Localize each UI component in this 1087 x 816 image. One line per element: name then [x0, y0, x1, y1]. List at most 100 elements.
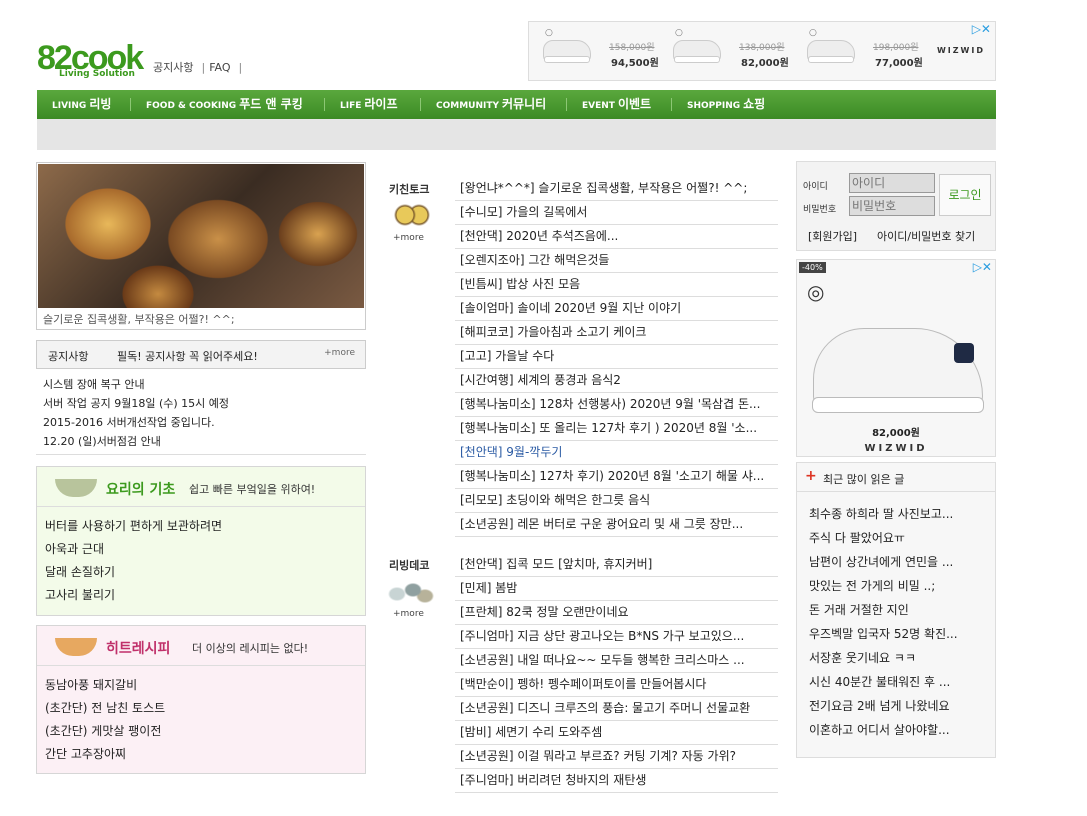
list-item[interactable]: 우즈벡말 입국자 52명 확진... [809, 622, 989, 646]
heel-tab [954, 343, 974, 363]
notice-message[interactable]: 필독! 공지사항 꼭 읽어주세요! [117, 348, 258, 364]
notice-link[interactable]: 공지사항 [153, 61, 193, 74]
site-logo[interactable]: 82cook Living Solution [37, 41, 144, 79]
list-item[interactable]: 달래 손질하기 [45, 561, 222, 584]
list-item[interactable]: 이혼하고 어디서 살아야할... [809, 718, 989, 742]
feature-caption[interactable]: 슬기로운 집콕생활, 부작용은 어쩔?! ^^; [43, 311, 235, 327]
list-item[interactable]: (초간단) 게맛살 팽이전 [45, 720, 165, 743]
list-item[interactable]: 서장훈 웃기네요 ㅋㅋ [809, 646, 989, 670]
nav-en-label: FOOD & COOKING [146, 101, 237, 111]
list-item[interactable]: 맛있는 전 가게의 비밀 ..; [809, 574, 989, 598]
password-label: 비밀번호 [803, 205, 837, 215]
list-item[interactable]: [오렌지조아] 그간 해먹은것들 [455, 249, 778, 273]
nav-food-cooking[interactable]: FOOD & COOKING 푸드 앤 쿠킹 [146, 90, 303, 119]
list-item[interactable]: [천안댁] 9월-깍두기 [455, 441, 778, 465]
living-deco-label[interactable]: 리빙데코 [389, 557, 429, 573]
nav-life[interactable]: LIFE 라이프 [340, 90, 398, 119]
salad-icon [55, 638, 97, 656]
box-title[interactable]: 요리의 기초 [106, 479, 175, 499]
notice-item[interactable]: 서버 작업 공지 9월18일 (수) 15시 예정 [43, 394, 229, 413]
kitchen-talk-more-link[interactable]: +more [393, 233, 424, 243]
living-deco-icon [385, 576, 435, 606]
notice-more-link[interactable]: +more [324, 348, 355, 358]
nav-ko-label: 라이프 [364, 97, 398, 111]
list-item[interactable]: 고사리 불리기 [45, 584, 222, 607]
list-item[interactable]: [주니엄마] 버리려던 청바지의 재탄생 [455, 769, 778, 793]
list-item[interactable]: (초간단) 전 남친 토스트 [45, 697, 165, 720]
bowl-icon [55, 479, 97, 497]
list-item[interactable]: 아욱과 근대 [45, 538, 222, 561]
living-deco-list: [천안댁] 집콕 모드 [앞치마, 휴지커버] [민제] 봄밤 [프란체] 82… [455, 553, 778, 793]
nav-en-label: COMMUNITY [436, 101, 500, 111]
list-item[interactable]: 시신 40분간 불태워진 후 ... [809, 670, 989, 694]
kitchen-talk-label[interactable]: 키친토크 [389, 181, 429, 197]
ad-choices-icon[interactable]: ▷✕ [973, 260, 992, 274]
wreath-icon: ◎ [807, 280, 825, 304]
box-subtitle: 쉽고 빠른 부엌일을 위하여! [189, 483, 316, 496]
ad-choices-icon[interactable]: ▷✕ [972, 22, 991, 36]
list-item[interactable]: [천안댁] 2020년 추석즈음에... [455, 225, 778, 249]
list-item[interactable]: [프란체] 82쿡 정말 오랜만이네요 [455, 601, 778, 625]
list-item[interactable]: [민제] 봄밤 [455, 577, 778, 601]
popular-title[interactable]: 최근 많이 읽은 글 [823, 471, 904, 487]
shoe-image [673, 40, 721, 63]
notice-header: 공지사항 필독! 공지사항 꼭 읽어주세요! +more [36, 340, 366, 369]
list-item[interactable]: [빈틈씨] 밥상 사진 모음 [455, 273, 778, 297]
notice-item[interactable]: 2015-2016 서버개선작업 중입니다. [43, 413, 229, 432]
notice-title[interactable]: 공지사항 [48, 348, 88, 364]
list-item[interactable]: [소년공원] 내일 떠나요~~ 모두들 행복한 크리스마스 ... [455, 649, 778, 673]
nav-community[interactable]: COMMUNITY 커뮤니티 [436, 90, 546, 119]
box-title[interactable]: 히트레시피 [106, 638, 170, 658]
list-item[interactable]: [수니모] 가을의 길목에서 [455, 201, 778, 225]
list-item[interactable]: [소년공원] 레몬 버터로 구운 광어요리 및 새 그릇 장만... [455, 513, 778, 537]
ad-product[interactable]: ○ 198,000원 77,000원 [799, 28, 929, 76]
list-item[interactable]: 돈 거래 거절한 지인 [809, 598, 989, 622]
list-item[interactable]: [소년공원] 디즈니 크루즈의 풍습: 물고기 주머니 선물교환 [455, 697, 778, 721]
living-deco-more-link[interactable]: +more [393, 609, 424, 619]
list-item[interactable]: [밤비] 세면기 수리 도와주셈 [455, 721, 778, 745]
list-item[interactable]: [행복나눔미소] 127차 후기) 2020년 8월 '소고기 해물 샤... [455, 465, 778, 489]
list-item[interactable]: [행복나눔미소] 또 올리는 127차 후기 ) 2020년 8월 '소... [455, 417, 778, 441]
list-item[interactable]: 남편이 상간녀에게 연민을 ... [809, 550, 989, 574]
nav-divider [324, 98, 325, 111]
ad-old-price: 158,000원 [609, 43, 655, 53]
notice-item[interactable]: 시스템 장애 복구 안내 [43, 375, 229, 394]
list-item[interactable]: [왕언냐*^^*] 슬기로운 집콕생활, 부작용은 어쩔?! ^^; [455, 177, 778, 201]
list-item[interactable]: [리모모] 초딩이와 해먹은 한그릇 음식 [455, 489, 778, 513]
list-item[interactable]: 최수종 하희라 딸 사진보고... [809, 502, 989, 526]
feature-post[interactable]: 슬기로운 집콕생활, 부작용은 어쩔?! ^^; [36, 162, 366, 330]
nav-shopping[interactable]: SHOPPING 쇼핑 [687, 90, 765, 119]
ad-product[interactable]: ○ 158,000원 94,500원 [535, 28, 665, 76]
feature-image[interactable] [38, 164, 364, 308]
list-item[interactable]: [백만순이] 펭하! 펭수페이퍼토이를 만들어봅시다 [455, 673, 778, 697]
list-item[interactable]: 주식 다 팔았어요ㅠ [809, 526, 989, 550]
side-banner-ad[interactable]: -40% ◎ 82,000원 WIZWID ▷✕ [796, 259, 996, 457]
list-item[interactable]: 전기요금 2배 넘게 나왔네요 [809, 694, 989, 718]
list-item[interactable]: [주니엄마] 지금 상단 광고나오는 B*NS 가구 보고있으... [455, 625, 778, 649]
list-item[interactable]: [솔이엄마] 솔이네 2020년 9월 지난 이야기 [455, 297, 778, 321]
list-item[interactable]: [시간여행] 세계의 풍경과 음식2 [455, 369, 778, 393]
list-item[interactable]: [고고] 가을날 수다 [455, 345, 778, 369]
login-button[interactable]: 로그인 [939, 174, 991, 216]
password-input[interactable] [849, 196, 935, 216]
shoe-image [543, 40, 591, 63]
nav-event[interactable]: EVENT 이벤트 [582, 90, 651, 119]
list-item[interactable]: 버터를 사용하기 편하게 보관하려면 [45, 515, 222, 538]
hits-list: 동남아풍 돼지갈비 (초간단) 전 남친 토스트 (초간단) 게맛살 팽이전 간… [45, 674, 165, 766]
signup-link[interactable]: [회원가입] [808, 228, 857, 244]
id-input[interactable] [849, 173, 935, 193]
top-banner-ad[interactable]: ○ 158,000원 94,500원 ○ 138,000원 82,000원 ○ … [528, 21, 996, 81]
nav-living[interactable]: LIVING 리빙 [52, 90, 111, 119]
find-account-link[interactable]: 아이디/비밀번호 찾기 [877, 228, 975, 244]
top-links: 공지사항 | FAQ | [153, 59, 246, 75]
list-item[interactable]: [행복나눔미소] 128차 선행봉사) 2020년 9월 '목삼겹 돈... [455, 393, 778, 417]
list-item[interactable]: [천안댁] 집콕 모드 [앞치마, 휴지커버] [455, 553, 778, 577]
list-item[interactable]: [소년공원] 이걸 뭐라고 부르죠? 커팅 기계? 자동 가위? [455, 745, 778, 769]
list-item[interactable]: [해피코코] 가을아침과 소고기 케이크 [455, 321, 778, 345]
nav-ko-label: 리빙 [89, 97, 112, 111]
notice-item[interactable]: 12.20 (일)서버점검 안내 [43, 432, 229, 451]
list-item[interactable]: 간단 고추장아찌 [45, 743, 165, 766]
list-item[interactable]: 동남아풍 돼지갈비 [45, 674, 165, 697]
ad-product[interactable]: ○ 138,000원 82,000원 [665, 28, 795, 76]
faq-link[interactable]: FAQ [209, 61, 230, 74]
